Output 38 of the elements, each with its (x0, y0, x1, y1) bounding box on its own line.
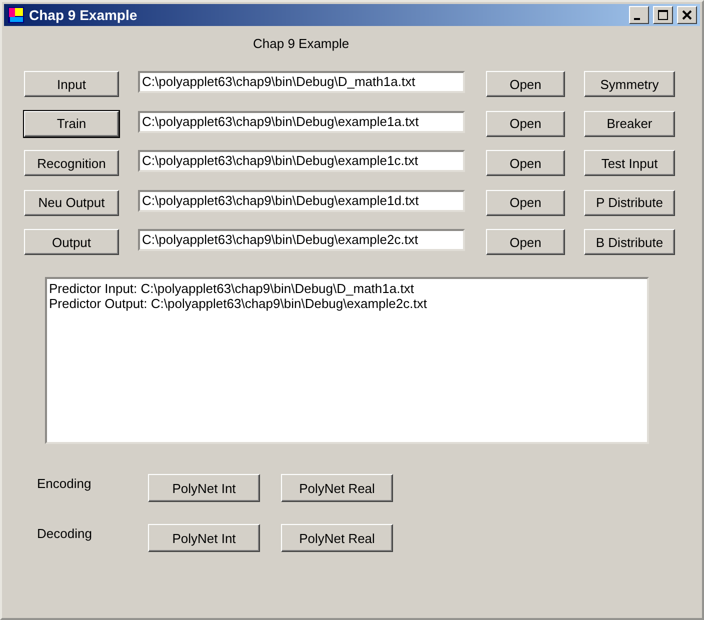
path-field[interactable]: C:\polyapplet63\chap9\bin\Debug\example1c.txt (138, 150, 465, 172)
action-button[interactable]: Test Input (584, 150, 675, 176)
minimize-button[interactable] (629, 6, 649, 24)
action-button[interactable]: P Distribute (584, 190, 675, 216)
coding-label: Encoding (37, 475, 92, 493)
close-icon (681, 9, 693, 21)
action-button[interactable]: Output (24, 229, 119, 255)
open-button[interactable]: Open (486, 71, 565, 97)
maximize-icon (657, 9, 669, 21)
action-button[interactable]: Train (24, 110, 119, 136)
open-button[interactable]: Open (486, 190, 565, 216)
action-button[interactable]: Recognition (24, 150, 119, 176)
action-button[interactable]: Symmetry (584, 71, 675, 97)
coding-label: Decoding (37, 525, 93, 543)
path-field[interactable]: C:\polyapplet63\chap9\bin\Debug\example2c.txt (138, 229, 465, 251)
log-line: Predictor Output: C:\polyapplet63\chap9\bin\Debug\example2c.txt (49, 296, 428, 311)
app-icon (7, 6, 25, 24)
polynet-button[interactable]: PolyNet Int (148, 524, 260, 552)
action-button[interactable]: Breaker (584, 110, 675, 136)
path-field[interactable]: C:\polyapplet63\chap9\bin\Debug\example1a.txt (138, 110, 465, 132)
open-button[interactable]: Open (486, 150, 565, 176)
window-title: Chap 9 Example (29, 7, 138, 23)
action-button[interactable]: Input (24, 71, 119, 97)
maximize-button[interactable] (653, 6, 673, 24)
path-field[interactable]: C:\polyapplet63\chap9\bin\Debug\D_math1a.txt (138, 71, 465, 93)
minimize-icon (634, 18, 640, 20)
output-text-area[interactable]: Predictor Input: C:\polyapplet63\chap9\bin\Debug\D_math1a.txt Predictor Output: C:\polyapplet63\chap9\bin\Debug\example2c.txt (45, 277, 649, 444)
path-field[interactable]: C:\polyapplet63\chap9\bin\Debug\example1d.txt (138, 190, 465, 212)
polynet-button[interactable]: PolyNet Real (281, 524, 393, 552)
action-button[interactable]: B Distribute (584, 229, 675, 255)
action-button[interactable]: Neu Output (24, 190, 119, 216)
log-line: Predictor Input: C:\polyapplet63\chap9\bin\Debug\D_math1a.txt (49, 281, 415, 296)
polynet-button[interactable]: PolyNet Int (148, 474, 260, 502)
open-button[interactable]: Open (486, 229, 565, 255)
form-heading: Chap 9 Example (253, 36, 350, 51)
polynet-button[interactable]: PolyNet Real (281, 474, 393, 502)
close-button[interactable] (677, 6, 697, 24)
open-button[interactable]: Open (486, 110, 565, 136)
